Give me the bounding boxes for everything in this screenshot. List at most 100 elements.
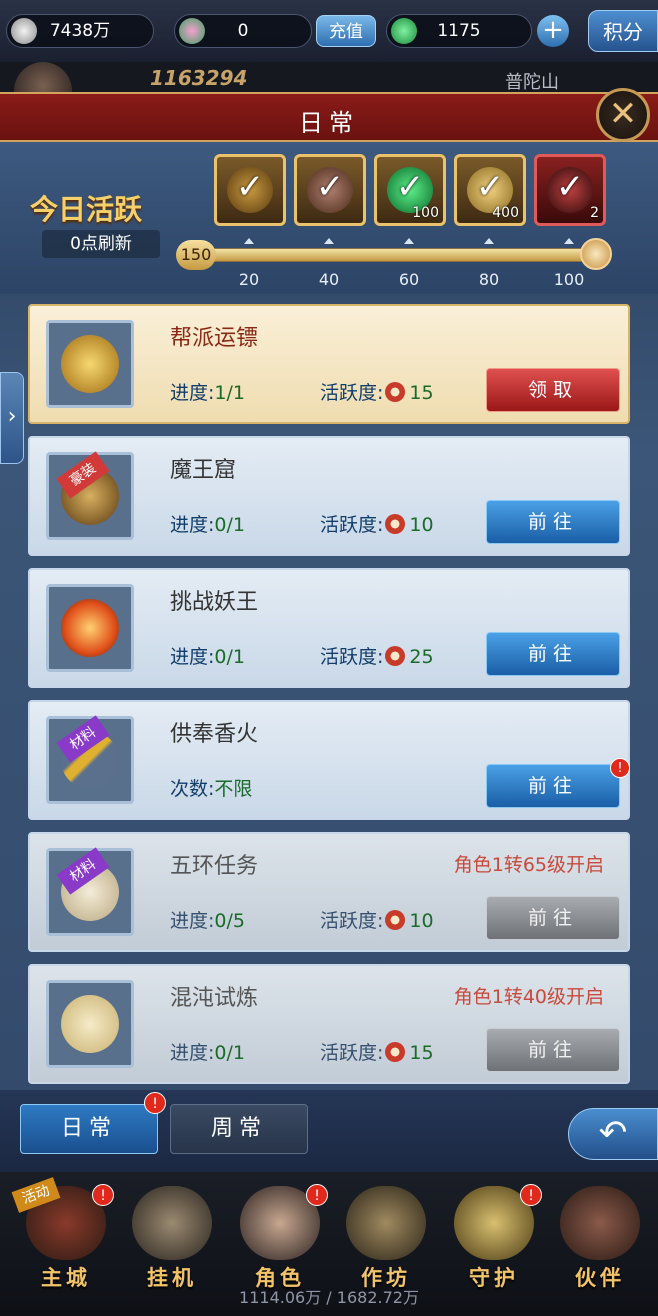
- activity-point-icon: [385, 646, 406, 666]
- nav-partner[interactable]: 伙伴: [548, 1182, 652, 1290]
- partner-portrait-icon: [560, 1186, 640, 1260]
- activity-label: 活跃度:: [320, 514, 384, 536]
- unlock-requirement: 角色1转65级开启: [453, 854, 604, 876]
- activity-point-icon: [385, 910, 406, 930]
- nav-main-city[interactable]: 活动 ! 主城: [11, 1177, 118, 1290]
- task-row-demon-king[interactable]: 挑战妖王 进度:0/1 活跃度: 25 前往: [28, 568, 630, 688]
- dialog-header: 日常: [0, 92, 658, 142]
- tab-daily[interactable]: 日常: [20, 1104, 158, 1154]
- progress-end-knob: [580, 238, 612, 270]
- go-button[interactable]: 前往: [486, 764, 620, 808]
- hammer-icon: [346, 1186, 426, 1260]
- activity-value: 10: [409, 910, 434, 932]
- go-button-disabled[interactable]: 前往: [486, 1028, 620, 1072]
- task-activity: 活跃度: 10: [320, 906, 434, 933]
- dialog-title: 日常: [299, 109, 359, 137]
- progress-value: 0/5: [214, 910, 245, 932]
- check-icon: ✓: [235, 167, 265, 207]
- task-name: 混沌试炼: [170, 986, 259, 1011]
- charge-button[interactable]: 充值: [316, 15, 376, 47]
- reward-chest-100[interactable]: ✓ 2: [534, 154, 606, 226]
- tick-arrow: [404, 238, 414, 244]
- activity-label: 活跃度:: [320, 646, 384, 668]
- task-progress: 进度:0/1: [170, 642, 245, 669]
- back-button[interactable]: ↶: [568, 1108, 658, 1160]
- task-activity: 活跃度: 10: [320, 510, 434, 537]
- drum-icon: [132, 1186, 212, 1260]
- gold-token-icon: [61, 335, 119, 393]
- task-name: 魔王窟: [170, 458, 237, 483]
- progress-label: 次数:: [170, 778, 215, 800]
- progress-value: 0/1: [214, 514, 245, 536]
- reward-chest-80[interactable]: ✓ 400: [454, 154, 526, 226]
- notification-badge: !: [520, 1184, 542, 1206]
- combat-power: 1163294: [150, 66, 248, 90]
- reward-chest-40[interactable]: ✓: [294, 154, 366, 226]
- nav-character[interactable]: ! 角色: [228, 1182, 332, 1290]
- tick-label: 100: [553, 270, 585, 289]
- gem-counter: 0: [174, 14, 312, 48]
- jade-value: 1175: [437, 21, 481, 41]
- task-row-demon-cave[interactable]: 豪装 魔王窟 进度:0/1 活跃度: 10 前往: [28, 436, 630, 556]
- tab-weekly[interactable]: 周常: [170, 1104, 308, 1154]
- progress-value: 0/1: [214, 646, 245, 668]
- reward-count: 2: [590, 205, 599, 221]
- tick-label: 40: [318, 270, 340, 289]
- nav-guardian[interactable]: ! 守护: [442, 1182, 546, 1290]
- points-button[interactable]: 积分: [588, 10, 658, 52]
- task-icon-frame: 材料: [46, 715, 134, 804]
- activity-value: 15: [409, 382, 434, 404]
- tick-arrow: [244, 238, 254, 244]
- check-icon: ✓: [475, 167, 505, 207]
- activity-label: 活跃度:: [320, 910, 384, 932]
- reward-chest-20[interactable]: ✓: [214, 154, 286, 226]
- task-name: 帮派运镖: [170, 326, 259, 351]
- nav-idle[interactable]: 挂机: [120, 1182, 224, 1290]
- scroll-icon: [61, 995, 119, 1053]
- daily-panel: 今日活跃 0点刷新 ✓ ✓ ✓ 100 ✓ 400 ✓ 2 150 20 40 …: [0, 142, 658, 1172]
- tab-daily-badge: !: [144, 1092, 166, 1114]
- progress-label: 进度:: [170, 1042, 215, 1064]
- side-expand-tab[interactable]: ›: [0, 372, 24, 464]
- close-button[interactable]: ✕: [596, 88, 650, 142]
- task-icon-frame: [46, 584, 134, 672]
- player-avatar[interactable]: [14, 62, 72, 96]
- activity-progress-fill: [191, 249, 601, 261]
- notification-badge: !: [92, 1184, 114, 1206]
- activity-value: 25: [409, 646, 434, 668]
- go-button-disabled[interactable]: 前往: [486, 896, 620, 940]
- task-progress: 进度:0/1: [170, 1038, 245, 1065]
- claim-button[interactable]: 领取: [486, 368, 620, 412]
- task-activity: 活跃度: 15: [320, 1038, 434, 1065]
- activity-point-icon: [385, 1042, 406, 1062]
- task-activity: 活跃度: 15: [320, 378, 434, 405]
- activity-label: 活跃度:: [320, 382, 384, 404]
- progress-label: 进度:: [170, 646, 215, 668]
- activity-progress-bar: [190, 248, 602, 262]
- task-row-five-rings[interactable]: 材料 五环任务 角色1转65级开启 进度:0/5 活跃度: 10 前往: [28, 832, 630, 952]
- tick-label: 20: [238, 270, 260, 289]
- add-jade-button[interactable]: +: [537, 15, 569, 47]
- fire-orb-icon: [61, 599, 119, 657]
- tabs-row: 日常 ! 周常: [0, 1090, 658, 1172]
- task-row-escort[interactable]: 帮派运镖 进度:1/1 活跃度: 15 领取: [28, 304, 630, 424]
- activity-value: 15: [409, 1042, 434, 1064]
- activity-point-icon: [385, 382, 406, 402]
- go-button[interactable]: 前往: [486, 500, 620, 544]
- back-arrow-icon: ↶: [598, 1113, 628, 1153]
- close-icon: ✕: [608, 94, 638, 134]
- go-button[interactable]: 前往: [486, 632, 620, 676]
- task-row-chaos-trial[interactable]: 混沌试炼 角色1转40级开启 进度:0/1 活跃度: 15 前往: [28, 964, 630, 1084]
- gem-value: 0: [237, 21, 249, 41]
- progress-label: 进度:: [170, 514, 215, 536]
- notification-badge: !: [306, 1184, 328, 1206]
- task-icon-frame: 豪装: [46, 451, 134, 540]
- reward-chest-60[interactable]: ✓ 100: [374, 154, 446, 226]
- activity-title: 今日活跃: [30, 193, 143, 226]
- task-icon-frame: [46, 980, 134, 1068]
- task-row-incense[interactable]: 材料 供奉香火 次数:不限 前往 !: [28, 700, 630, 820]
- task-progress: 进度:0/1: [170, 510, 245, 537]
- silver-counter: 7438万: [6, 14, 154, 48]
- activity-point-icon: [385, 514, 406, 534]
- nav-workshop[interactable]: 作坊: [334, 1182, 438, 1290]
